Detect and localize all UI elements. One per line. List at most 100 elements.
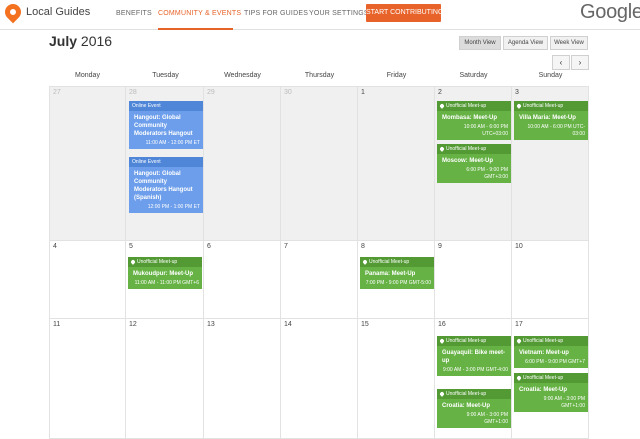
event-card[interactable]: Unofficial Meet-up Mombasa: Meet-Up 10:00… <box>437 101 511 140</box>
day-number: 5 <box>129 243 133 250</box>
event-type-text: Unofficial Meet-up <box>446 146 487 152</box>
event-card[interactable]: Unofficial Meet-up Croatia: Meet-Up 9:00 … <box>514 373 588 412</box>
event-type-text: Unofficial Meet-up <box>446 338 487 344</box>
day-number: 13 <box>207 321 215 328</box>
event-type-text: Unofficial Meet-up <box>523 103 564 109</box>
month-name: July <box>49 33 78 49</box>
event-card[interactable]: Unofficial Meet-up Mukoudpur: Meet-Up 11:… <box>128 257 202 289</box>
event-time: 9:00 AM - 3:00 PM GMT-4:00 <box>442 367 508 373</box>
event-type-text: Unofficial Meet-up <box>446 103 487 109</box>
event-type-label: Unofficial Meet-up <box>514 373 588 383</box>
day-number: 4 <box>53 243 57 250</box>
event-type-label: Unofficial Meet-up <box>437 336 511 346</box>
next-month-button[interactable]: › <box>571 55 589 70</box>
weekday-header-monday: Monday <box>75 72 100 79</box>
day-number: 11 <box>53 321 61 328</box>
event-type-text: Unofficial Meet-up <box>446 391 487 397</box>
map-pin-icon <box>516 337 522 344</box>
day-cell-jul-15[interactable]: 15 <box>358 319 435 439</box>
day-number: 15 <box>361 321 369 328</box>
week-view-button[interactable]: Week View <box>550 36 588 50</box>
map-pin-icon <box>362 258 368 265</box>
day-cell-jul-1[interactable]: 1 <box>358 86 435 241</box>
event-title: Moscow: Meet-Up <box>442 158 493 164</box>
event-title: Croatia: Meet-Up <box>519 387 568 393</box>
local-guides-logo-icon[interactable] <box>1 0 25 24</box>
event-title: Hangout: Global Community Moderators Han… <box>134 171 193 201</box>
event-time: 9:00 AM - 3:00 PM GMT+1:00 <box>466 412 508 425</box>
day-cell-jul-2[interactable]: 2 Unofficial Meet-up Mombasa: Meet-Up 10:… <box>435 86 512 241</box>
day-cell-jul-5[interactable]: 5 Unofficial Meet-up Mukoudpur: Meet-Up 1… <box>126 241 204 319</box>
event-card[interactable]: Unofficial Meet-up Moscow: Meet-Up 6:00 P… <box>437 144 511 183</box>
google-logo: Google <box>580 1 640 23</box>
day-number: 3 <box>515 89 519 96</box>
prev-month-button[interactable]: ‹ <box>552 55 570 70</box>
day-number: 28 <box>129 89 137 96</box>
weekday-header-thursday: Thursday <box>304 72 335 79</box>
map-pin-icon <box>516 374 522 381</box>
day-cell-jul-17[interactable]: 17 Unofficial Meet-up Vietnam: Meet-up 6:… <box>512 319 589 439</box>
nav-community-events[interactable]: COMMUNITY & EVENTS <box>158 10 241 17</box>
event-card[interactable]: Online Event Hangout: Global Community M… <box>129 101 203 149</box>
event-type-text: Unofficial Meet-up <box>137 259 178 265</box>
event-title: Panama: Meet-Up <box>365 271 416 277</box>
day-cell-jul-14[interactable]: 14 <box>281 319 358 439</box>
day-number: 16 <box>438 321 446 328</box>
day-number: 17 <box>515 321 523 328</box>
day-number: 9 <box>438 243 442 250</box>
day-cell-jul-6[interactable]: 6 <box>204 241 281 319</box>
event-time: 12:00 PM - 1:00 PM ET <box>147 204 200 210</box>
day-number: 2 <box>438 89 442 96</box>
active-nav-underline <box>158 28 233 30</box>
day-cell-jul-9[interactable]: 9 <box>435 241 512 319</box>
day-cell-jul-16[interactable]: 16 Unofficial Meet-up Guayaquil: Bike me… <box>435 319 512 439</box>
weekday-header-saturday: Saturday <box>459 72 488 79</box>
event-type-label: Online Event <box>129 101 203 111</box>
event-card[interactable]: Unofficial Meet-up Panama: Meet-Up 7:00 P… <box>360 257 434 289</box>
event-time: 6:00 PM - 9:00 PM GMT+7 <box>525 359 585 365</box>
day-cell-jul-3[interactable]: 3 Unofficial Meet-up Villa Maria: Meet-U… <box>512 86 589 241</box>
event-card[interactable]: Online Event Hangout: Global Community M… <box>129 157 203 213</box>
start-contributing-button[interactable]: START CONTRIBUTING <box>366 4 443 22</box>
event-card[interactable]: Unofficial Meet-up Vietnam: Meet-up 6:00 … <box>514 336 588 368</box>
brand-name[interactable]: Local Guides <box>26 6 90 18</box>
day-number: 10 <box>515 243 523 250</box>
event-title: Guayaquil: Bike meet-up <box>442 350 506 364</box>
day-cell-jul-13[interactable]: 13 <box>204 319 281 439</box>
event-title: Hangout: Global Community Moderators Han… <box>134 115 193 137</box>
agenda-view-button[interactable]: Agenda View <box>503 36 548 50</box>
weekday-header-wednesday: Wednesday <box>224 72 261 79</box>
nav-benefits[interactable]: BENEFITS <box>116 10 152 17</box>
day-cell-jun-30[interactable]: 30 <box>281 86 358 241</box>
event-time: 7:00 PM - 9:00 PM GMT-5:00 <box>365 280 431 286</box>
weekday-header-sunday: Sunday <box>538 72 563 79</box>
nav-your-settings[interactable]: YOUR SETTINGS <box>309 10 369 17</box>
event-time: 11:00 AM - 11:00 PM GMT+6 <box>134 280 199 286</box>
event-title: Croatia: Meet-Up <box>442 403 491 409</box>
event-card[interactable]: Unofficial Meet-up Croatia: Meet-Up 9:00 … <box>437 389 511 428</box>
event-type-label: Unofficial Meet-up <box>514 101 588 111</box>
event-title: Vietnam: Meet-up <box>519 350 569 356</box>
map-pin-icon <box>439 102 445 109</box>
day-cell-jul-11[interactable]: 11 <box>49 319 126 439</box>
day-cell-jul-7[interactable]: 7 <box>281 241 358 319</box>
day-cell-jul-10[interactable]: 10 <box>512 241 589 319</box>
map-pin-icon <box>516 102 522 109</box>
day-number: 12 <box>129 321 137 328</box>
day-cell-jul-12[interactable]: 12 <box>126 319 204 439</box>
event-time: 6:00 PM - 9:00 PM GMT+3:00 <box>466 167 508 180</box>
month-view-button[interactable]: Month View <box>459 36 501 50</box>
event-time: 9:00 AM - 3:00 PM GMT+1:00 <box>543 396 585 409</box>
event-card[interactable]: Unofficial Meet-up Guayaquil: Bike meet-… <box>437 336 511 376</box>
local-guides-calendar-page: { "brand": "Local Guides", "nav": ["BENE… <box>0 0 640 439</box>
day-cell-jun-28[interactable]: 28 Online Event Hangout: Global Communit… <box>126 86 204 241</box>
event-card[interactable]: Unofficial Meet-up Villa Maria: Meet-Up 1… <box>514 101 588 140</box>
day-cell-jul-4[interactable]: 4 <box>49 241 126 319</box>
event-type-label: Unofficial Meet-up <box>437 101 511 111</box>
day-number: 6 <box>207 243 211 250</box>
day-number: 14 <box>284 321 292 328</box>
day-cell-jul-8[interactable]: 8 Unofficial Meet-up Panama: Meet-Up 7:00… <box>358 241 435 319</box>
day-cell-jun-27[interactable]: 27 <box>49 86 126 241</box>
day-cell-jun-29[interactable]: 29 <box>204 86 281 241</box>
nav-tips-for-guides[interactable]: TIPS FOR GUIDES <box>244 10 308 17</box>
